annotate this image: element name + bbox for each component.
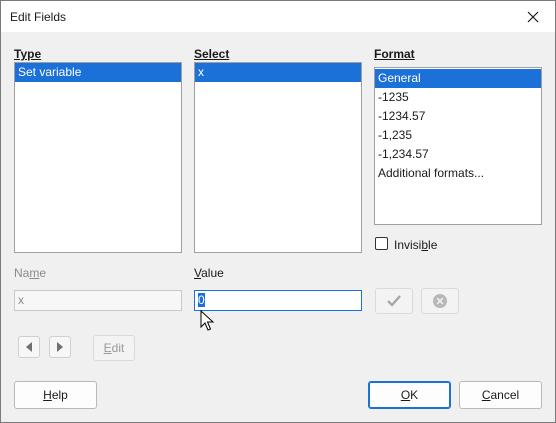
dialog-title: Edit Fields <box>10 10 67 24</box>
invisible-label-part: Invisi <box>394 238 422 252</box>
help-button[interactable]: Help <box>14 381 97 409</box>
invisible-label-part: le <box>428 238 438 252</box>
select-header: Select <box>194 47 229 61</box>
type-header: Type <box>14 47 41 61</box>
select-header-label: Select <box>194 47 230 61</box>
format-list[interactable]: General -1235 -1234.57 -1,235 -1,234.57 … <box>374 67 542 225</box>
value-text: 0 <box>198 293 205 307</box>
delete-button[interactable] <box>421 288 459 314</box>
help-button-label: elp <box>51 388 68 402</box>
checkmark-icon <box>387 295 401 307</box>
value-label-part: alue <box>201 266 224 280</box>
name-label: Name <box>14 266 46 280</box>
format-header-label: Format <box>374 47 415 61</box>
name-label-part: Na <box>14 266 30 280</box>
format-item[interactable]: -1,234.57 <box>375 145 541 164</box>
arrow-left-icon <box>26 342 32 352</box>
name-label-mnemonic: m <box>29 266 40 280</box>
mouse-pointer-icon <box>200 310 215 331</box>
cancel-button-label: ancel <box>490 388 520 402</box>
format-header: Format <box>374 47 415 61</box>
select-item-x[interactable]: x <box>195 63 361 82</box>
invisible-label: Invisible <box>394 238 437 252</box>
type-item-set-variable[interactable]: Set variable <box>15 63 181 82</box>
type-header-label: Type <box>14 47 42 61</box>
title-bar: Edit Fields <box>1 1 555 32</box>
select-list[interactable]: x <box>194 62 362 253</box>
edit-button-label: dit <box>111 341 125 355</box>
format-item[interactable]: -1235 <box>375 88 541 107</box>
format-item-general[interactable]: General <box>375 69 541 88</box>
name-field[interactable]: x <box>14 290 182 311</box>
apply-button[interactable] <box>375 288 413 314</box>
edit-button[interactable]: Edit <box>93 335 135 361</box>
ok-button[interactable]: OK <box>368 381 451 409</box>
name-label-part: e <box>39 266 47 280</box>
close-button[interactable] <box>511 1 555 32</box>
value-field[interactable]: 0 <box>194 290 362 311</box>
edit-button-mnemonic: E <box>103 341 112 355</box>
arrow-right-icon <box>57 342 63 352</box>
ok-button-label: K <box>410 388 419 402</box>
help-button-mnemonic: H <box>43 388 52 402</box>
type-list[interactable]: Set variable <box>14 62 182 253</box>
cancel-button[interactable]: Cancel <box>459 381 542 409</box>
invisible-checkbox[interactable] <box>375 237 388 250</box>
format-item[interactable]: -1234.57 <box>375 107 541 126</box>
next-button[interactable] <box>49 336 71 358</box>
previous-button[interactable] <box>18 336 40 358</box>
value-label: Value <box>194 266 224 280</box>
cancel-button-mnemonic: C <box>481 388 491 402</box>
format-item[interactable]: -1,235 <box>375 126 541 145</box>
delete-circle-icon <box>433 294 447 308</box>
ok-button-mnemonic: O <box>400 388 411 402</box>
format-item-additional[interactable]: Additional formats... <box>375 164 541 183</box>
close-icon <box>527 11 539 22</box>
